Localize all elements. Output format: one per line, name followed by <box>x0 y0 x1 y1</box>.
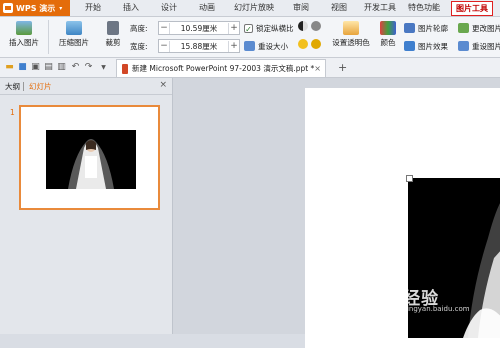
change-picture-icon <box>458 23 469 33</box>
color-button[interactable]: 颜色 <box>374 19 402 55</box>
height-stepper[interactable]: − 10.59厘米 + <box>158 21 240 35</box>
new-tab-button[interactable]: + <box>338 62 347 73</box>
tab-home[interactable]: 开始 <box>76 0 110 16</box>
print-icon[interactable]: ▤ <box>43 62 54 73</box>
selected-picture[interactable] <box>408 178 500 338</box>
picture-outline-label: 图片轮廓 <box>418 23 448 33</box>
picture-adjust-icons-2 <box>298 39 328 51</box>
tab-review[interactable]: 审阅 <box>284 0 318 16</box>
watermark-url: jingyan.baidu.com <box>405 305 470 313</box>
contrast-icon[interactable] <box>311 21 321 31</box>
ribbon-picture-tools: 插入图片 压缩图片 裁剪 高度: − 10.59厘米 + 宽度: − 15.88… <box>0 17 500 58</box>
compress-picture-label: 压缩图片 <box>59 38 89 47</box>
width-increase-button[interactable]: + <box>229 41 239 51</box>
transparent-color-icon <box>343 21 359 35</box>
reset-picture-icon <box>458 41 469 51</box>
picture-effect-label: 图片效果 <box>418 41 448 51</box>
ribbon-divider <box>48 20 49 54</box>
crop-button[interactable]: 裁剪 <box>98 19 128 55</box>
tab-slides[interactable]: 幻灯片 <box>24 81 55 92</box>
crop-icon <box>107 21 119 35</box>
outline-icon <box>404 23 415 33</box>
compress-picture-button[interactable]: 压缩图片 <box>54 19 94 55</box>
width-value[interactable]: 15.88厘米 <box>169 40 229 52</box>
slide-number: 1 <box>10 108 15 117</box>
width-decrease-button[interactable]: − <box>159 41 169 51</box>
document-tab-name: 新建 Microsoft PowerPoint 97-2003 演示文稿.ppt… <box>132 64 315 73</box>
lock-aspect-ratio-label: 锁定纵横比 <box>256 23 294 33</box>
insert-picture-label: 插入图片 <box>9 38 39 47</box>
color-palette-icon <box>380 21 396 35</box>
picture-outline-button[interactable]: 图片轮廓 <box>404 21 448 35</box>
tab-picture-tools[interactable]: 图片工具 <box>451 1 493 16</box>
slides-panel: 大纲 幻灯片 × 1 <box>0 78 173 334</box>
tab-outline[interactable]: 大纲 <box>0 81 23 92</box>
picture-adjust-icons <box>298 21 328 33</box>
ppt-file-icon <box>122 63 129 74</box>
reset-size-label: 重设大小 <box>258 41 288 51</box>
quick-access-toolbar: ▬ ■ ▣ ▤ ▥ ↶ ↷ ▼ 新建 Microsoft PowerPoint … <box>0 58 500 78</box>
width-row: 宽度: − 15.88厘米 + <box>130 39 240 53</box>
undo-icon[interactable]: ↶ <box>70 62 81 73</box>
tab-special-features[interactable]: 特色功能 <box>404 0 444 16</box>
height-label: 高度: <box>130 23 148 33</box>
tab-slideshow[interactable]: 幻灯片放映 <box>228 0 280 16</box>
width-label: 宽度: <box>130 41 148 51</box>
decrease-brightness-icon[interactable] <box>311 39 321 49</box>
lock-aspect-ratio-checkbox[interactable]: ✓ 锁定纵横比 <box>244 21 294 35</box>
height-decrease-button[interactable]: − <box>159 23 169 33</box>
redo-icon[interactable]: ↷ <box>83 62 94 73</box>
document-tab[interactable]: 新建 Microsoft PowerPoint 97-2003 演示文稿.ppt… <box>116 59 326 77</box>
change-picture-label: 更改图片 <box>472 23 500 33</box>
picture-effect-button[interactable]: 图片效果 <box>404 39 448 53</box>
picture-icon <box>16 21 32 35</box>
height-increase-button[interactable]: + <box>229 23 239 33</box>
height-row: 高度: − 10.59厘米 + <box>130 21 240 35</box>
close-panel-icon[interactable]: × <box>159 80 167 90</box>
brightness-icon[interactable] <box>298 21 308 31</box>
menu-bar: WPS 演示 ▾ 开始 插入 设计 动画 幻灯片放映 审阅 视图 开发工具 特色… <box>0 0 500 17</box>
resize-handle[interactable] <box>406 175 413 182</box>
tab-view[interactable]: 视图 <box>322 0 356 16</box>
crop-label: 裁剪 <box>105 38 121 47</box>
reset-size-button[interactable]: 重设大小 <box>244 39 288 53</box>
tab-design[interactable]: 设计 <box>152 0 186 16</box>
checkbox-checked-icon: ✓ <box>244 23 253 34</box>
thumbnail-bride-photo <box>46 130 136 189</box>
change-picture-button[interactable]: 更改图片 <box>458 21 500 35</box>
effect-icon <box>404 41 415 51</box>
wps-app-menu-button[interactable]: WPS 演示 ▾ <box>0 0 70 16</box>
export-pdf-icon[interactable]: ▥ <box>56 62 67 73</box>
close-tab-icon[interactable]: × <box>314 64 321 73</box>
set-transparent-color-button[interactable]: 设置透明色 <box>330 19 372 55</box>
height-value[interactable]: 10.59厘米 <box>169 22 229 34</box>
slide-canvas-area: Bai 经验 jingyan.baidu.com <box>173 78 500 348</box>
print-preview-icon[interactable]: ▣ <box>30 62 41 73</box>
customize-toolbar-icon[interactable]: ▼ <box>98 62 109 73</box>
tab-developer-tools[interactable]: 开发工具 <box>360 0 400 16</box>
save-icon[interactable]: ■ <box>17 62 28 73</box>
increase-brightness-icon[interactable] <box>298 39 308 49</box>
set-transparent-label: 设置透明色 <box>332 38 370 47</box>
reset-picture-label: 重设图片 <box>472 41 500 51</box>
wps-logo-icon <box>3 3 13 13</box>
color-label: 颜色 <box>380 38 396 47</box>
panel-tabs: 大纲 幻灯片 <box>0 78 172 95</box>
compress-icon <box>66 21 82 35</box>
reset-picture-button[interactable]: 重设图片 <box>458 39 500 53</box>
tab-insert[interactable]: 插入 <box>114 0 148 16</box>
slide-thumbnail[interactable] <box>19 105 160 210</box>
tab-animation[interactable]: 动画 <box>190 0 224 16</box>
reset-size-icon <box>244 41 255 51</box>
insert-picture-button[interactable]: 插入图片 <box>4 19 44 55</box>
app-menu-label: WPS 演示 <box>16 3 56 13</box>
width-stepper[interactable]: − 15.88厘米 + <box>158 39 240 53</box>
chevron-down-icon: ▾ <box>59 4 63 12</box>
open-folder-icon[interactable]: ▬ <box>4 62 15 73</box>
